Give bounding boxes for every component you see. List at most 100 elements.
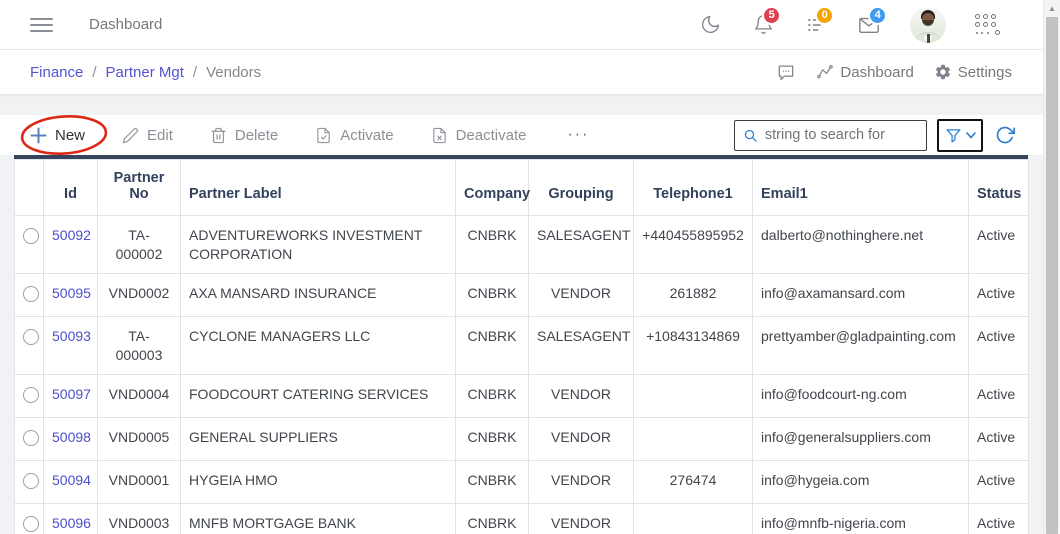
vendor-row: 50094 VND0001 HYGEIA HMO CNBRK VENDOR 27…	[14, 460, 1029, 504]
col-id[interactable]: Id	[43, 159, 98, 216]
partner-no-cell: VND0001	[97, 460, 181, 504]
tasks-list-icon[interactable]: 0	[804, 5, 835, 37]
col-partner-label[interactable]: Partner Label	[180, 159, 456, 216]
mail-badge: 4	[868, 5, 888, 25]
refresh-button[interactable]	[995, 125, 1015, 145]
status-cell: Active	[968, 460, 1029, 504]
app-title: Dashboard	[89, 16, 163, 33]
status-cell: Active	[968, 417, 1029, 461]
partner-no-cell: VND0002	[97, 273, 181, 317]
grouping-cell: VENDOR	[528, 503, 634, 534]
gear-icon	[935, 64, 950, 80]
vendor-id-link[interactable]: 50094	[52, 472, 91, 488]
toolbar-buttons: New Edit Delete Activate Deactivate ···	[30, 126, 589, 144]
vendor-id-link[interactable]: 50096	[52, 515, 91, 531]
scrollbar-thumb[interactable]	[1046, 17, 1058, 534]
vendor-id-link[interactable]: 50093	[52, 328, 91, 344]
vertical-scrollbar[interactable]: ▲	[1043, 0, 1060, 534]
vendor-id-link[interactable]: 50092	[52, 227, 91, 243]
breadcrumb-separator: /	[92, 63, 97, 81]
vendor-row: 50096 VND0003 MNFB MORTGAGE BANK CNBRK V…	[14, 503, 1029, 534]
partner-no-cell: VND0005	[97, 417, 181, 461]
company-cell: CNBRK	[455, 503, 529, 534]
vendor-id-link[interactable]: 50097	[52, 386, 91, 402]
grouping-cell: SALESAGENT	[528, 316, 634, 375]
email1-cell: dalberto@nothinghere.net	[752, 215, 969, 274]
row-select-radio[interactable]	[23, 329, 39, 345]
dashboard-action-label: Dashboard	[840, 63, 914, 81]
grid-body: 50092 TA-000002 ADVENTUREWORKS INVESTMEN…	[14, 215, 1029, 534]
top-navbar: Dashboard 5 0 4	[0, 0, 1060, 50]
col-select	[14, 159, 44, 216]
delete-button-label: Delete	[234, 126, 279, 144]
edit-button[interactable]: Edit	[122, 127, 173, 144]
vendor-row: 50093 TA-000003 CYCLONE MANAGERS LLC CNB…	[14, 316, 1029, 375]
scroll-up-arrow[interactable]: ▲	[1044, 0, 1060, 16]
partner-no-cell: VND0003	[97, 503, 181, 534]
telephone1-cell	[633, 503, 753, 534]
breadcrumb-finance[interactable]: Finance	[30, 64, 83, 81]
vendor-id-link[interactable]: 50098	[52, 429, 91, 445]
breadcrumb-partner-mgt[interactable]: Partner Mgt	[106, 64, 184, 81]
partner-no-cell: TA-000002	[97, 215, 181, 274]
search-box	[734, 119, 927, 151]
vendor-id-link[interactable]: 50095	[52, 285, 91, 301]
row-select-radio[interactable]	[23, 473, 39, 489]
partner-label-cell: CYCLONE MANAGERS LLC	[180, 316, 456, 375]
email1-cell: info@axamansard.com	[752, 273, 969, 317]
filter-button[interactable]	[937, 118, 983, 152]
row-select-radio[interactable]	[23, 516, 39, 532]
pencil-icon	[122, 127, 138, 143]
grouping-cell: VENDOR	[528, 417, 634, 461]
row-select-radio[interactable]	[23, 387, 39, 403]
company-cell: CNBRK	[455, 215, 529, 274]
col-email1[interactable]: Email1	[752, 159, 969, 216]
header-row: Id Partner No Partner Label Company Grou…	[14, 159, 1029, 216]
mail-envelope-icon[interactable]: 4	[857, 5, 888, 37]
navbar-actions: 5 0 4	[698, 5, 1000, 43]
col-status[interactable]: Status	[968, 159, 1029, 216]
row-select-radio[interactable]	[23, 286, 39, 302]
hamburger-menu-icon[interactable]	[30, 17, 53, 32]
row-select-radio[interactable]	[23, 228, 39, 244]
notification-badge: 5	[762, 5, 782, 25]
email1-cell: prettyamber@gladpainting.com	[752, 316, 969, 375]
grid-toolbar: New Edit Delete Activate Deactivate ··· …	[0, 115, 1043, 155]
telephone1-cell	[633, 374, 753, 418]
search-input[interactable]	[764, 127, 918, 143]
vendor-row: 50092 TA-000002 ADVENTUREWORKS INVESTMEN…	[14, 215, 1029, 274]
col-telephone1[interactable]: Telephone1	[633, 159, 753, 216]
tasks-badge: 0	[815, 5, 835, 25]
activate-button[interactable]: Activate	[315, 126, 394, 144]
status-cell: Active	[968, 374, 1029, 418]
new-button[interactable]: New	[30, 127, 85, 144]
telephone1-cell: +10843134869	[633, 316, 753, 375]
activity-chart-icon	[817, 64, 834, 79]
status-cell: Active	[968, 503, 1029, 534]
telephone1-cell: 276474	[633, 460, 753, 504]
dashboard-action[interactable]: Dashboard	[816, 63, 914, 81]
dark-mode-moon-icon[interactable]	[698, 13, 722, 37]
deactivate-button[interactable]: Deactivate	[431, 126, 527, 144]
notifications-bell-icon[interactable]: 5	[751, 5, 782, 37]
comments-icon[interactable]	[776, 62, 796, 82]
col-company[interactable]: Company	[455, 159, 530, 216]
col-partner-no[interactable]: Partner No	[97, 159, 181, 216]
col-grouping[interactable]: Grouping	[528, 159, 634, 216]
status-cell: Active	[968, 316, 1029, 375]
document-check-icon	[317, 127, 330, 143]
more-actions-button[interactable]: ···	[567, 126, 589, 144]
search-cluster	[734, 118, 1015, 152]
delete-button[interactable]: Delete	[210, 127, 278, 144]
settings-action[interactable]: Settings	[934, 63, 1012, 81]
filter-funnel-icon	[945, 128, 961, 143]
vendor-row: 50098 VND0005 GENERAL SUPPLIERS CNBRK VE…	[14, 417, 1029, 461]
user-avatar[interactable]	[910, 6, 947, 43]
partner-label-cell: ADVENTUREWORKS INVESTMENT CORPORATION	[180, 215, 456, 274]
deactivate-button-label: Deactivate	[455, 126, 527, 144]
row-select-radio[interactable]	[23, 430, 39, 446]
apps-grid-icon[interactable]	[975, 14, 1000, 35]
vendor-row: 50097 VND0004 FOODCOURT CATERING SERVICE…	[14, 374, 1029, 418]
document-x-icon	[432, 127, 446, 143]
activate-button-label: Activate	[340, 126, 394, 144]
